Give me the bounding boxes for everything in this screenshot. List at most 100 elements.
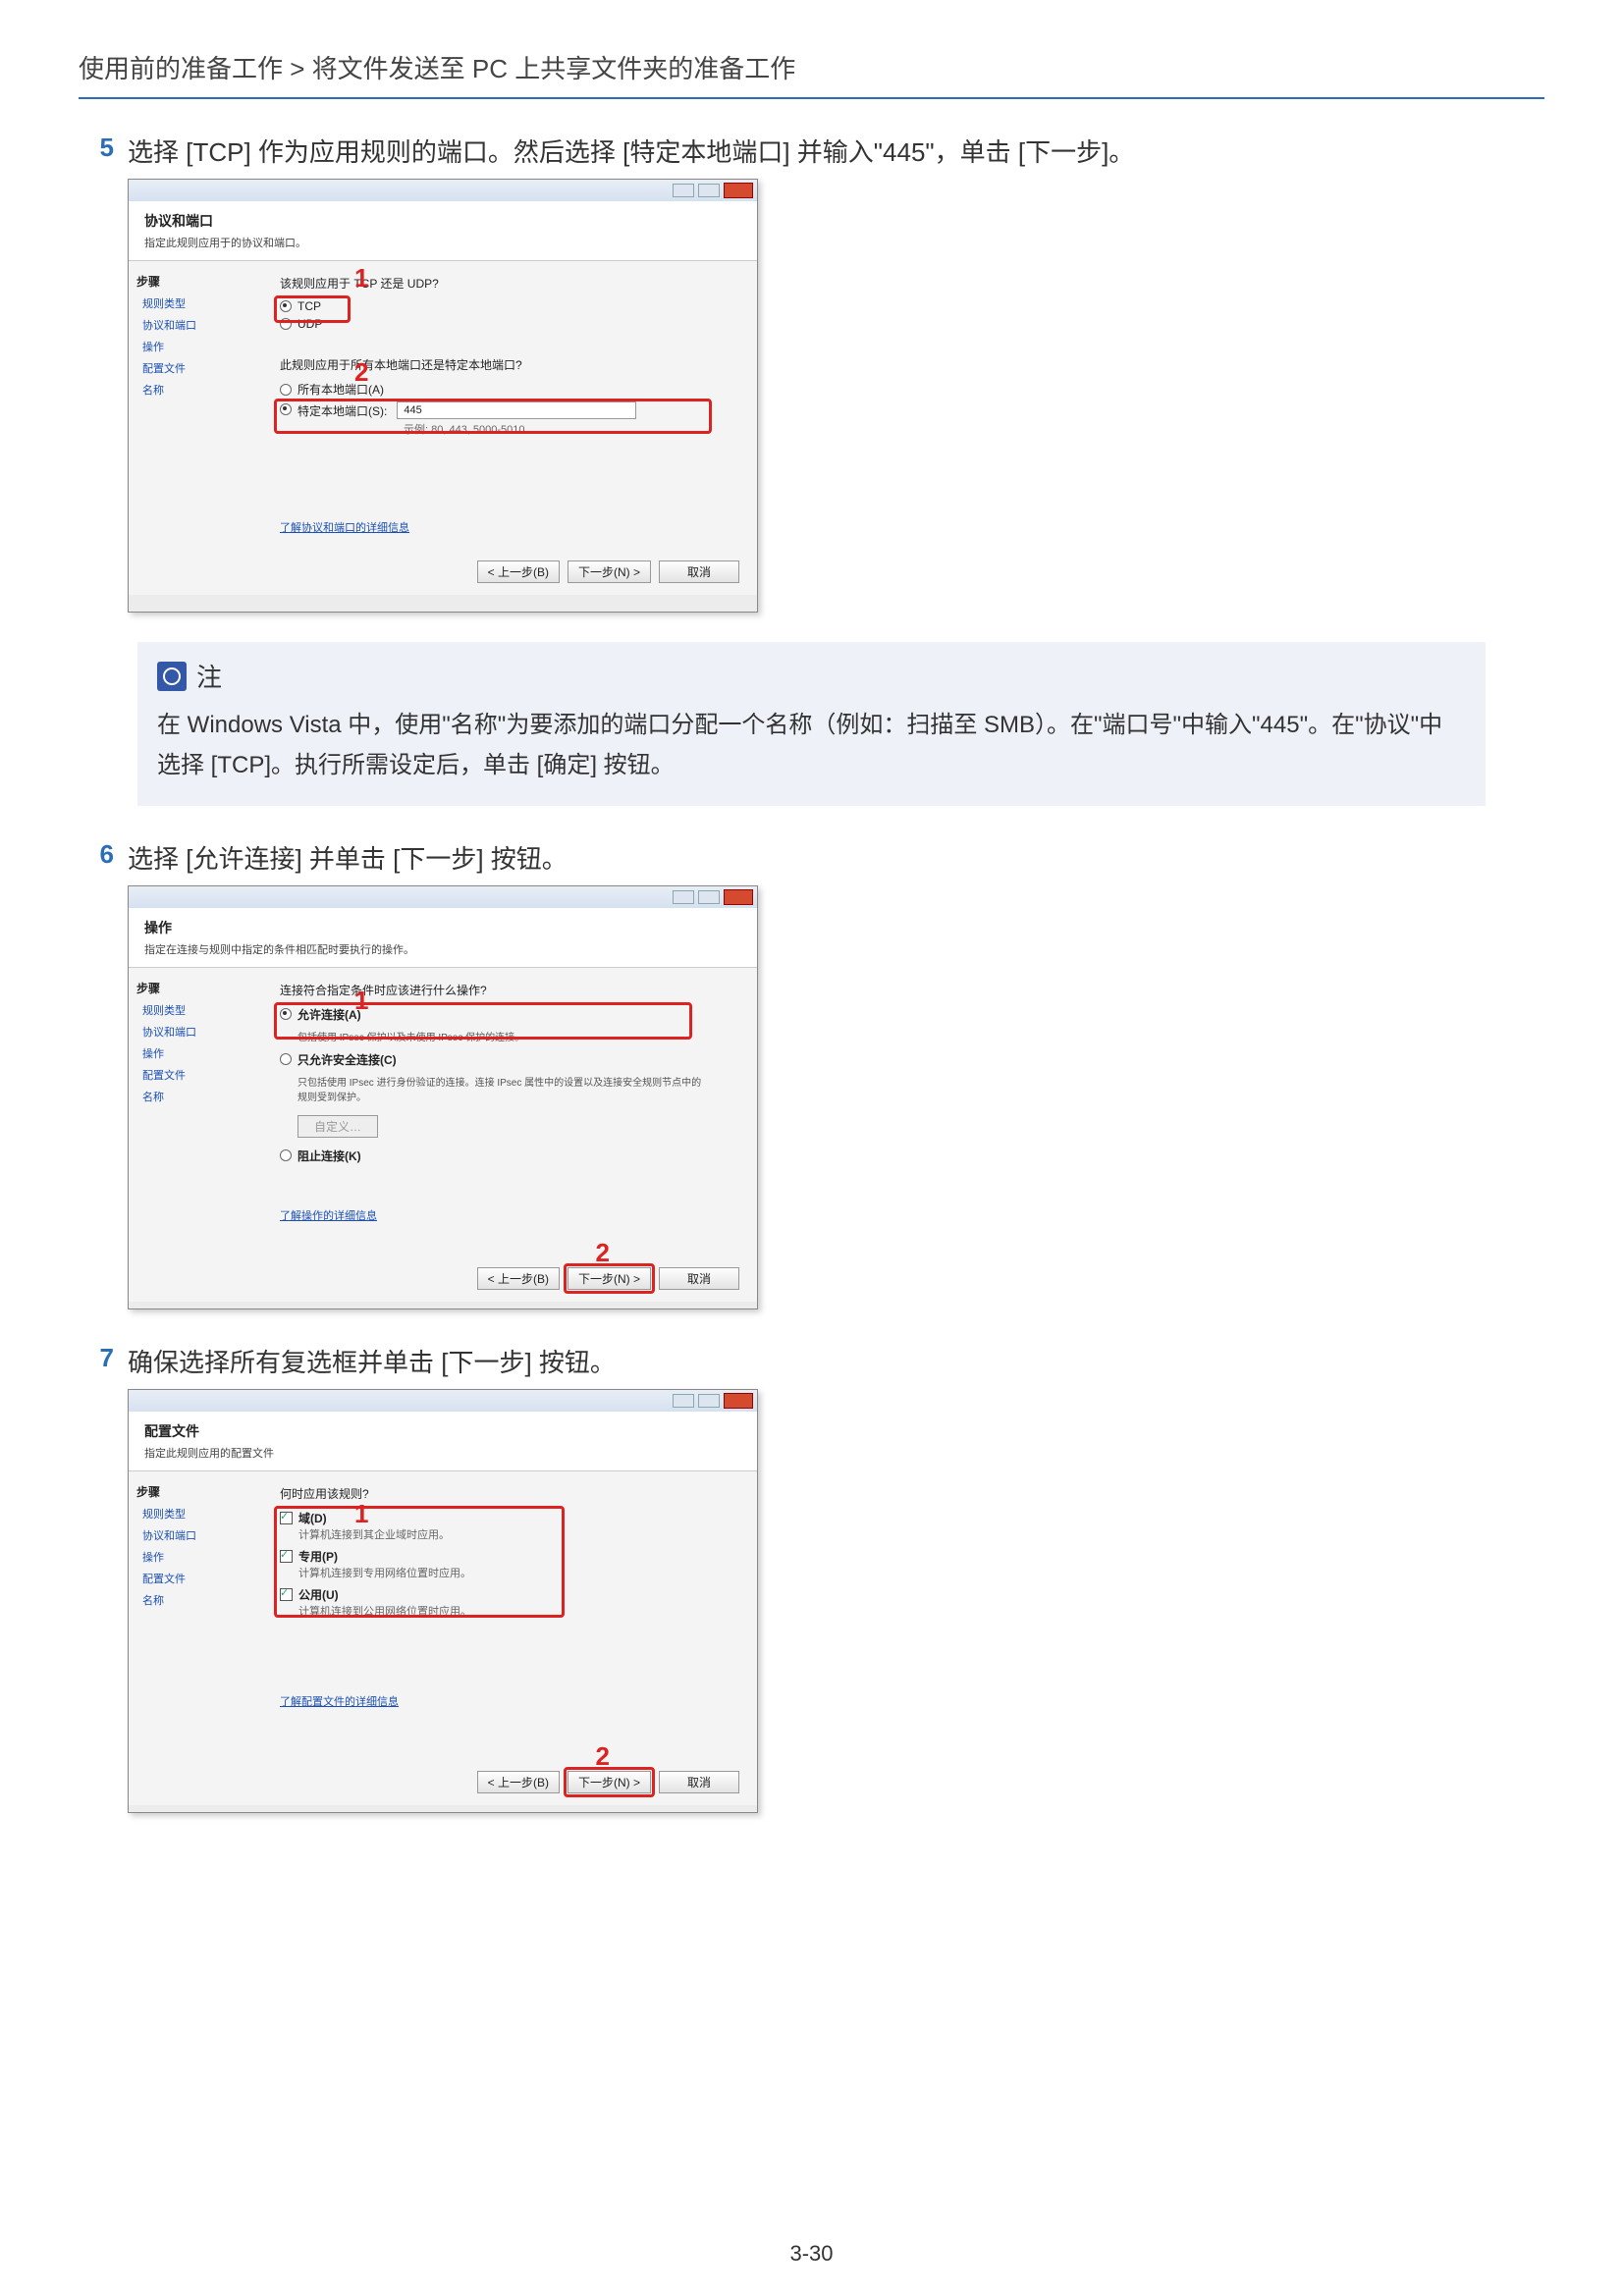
sidebar-item-action[interactable]: 操作 (142, 1045, 254, 1061)
checkbox-private-label: 专用(P) (298, 1548, 471, 1565)
sidebar-item-name[interactable]: 名称 (142, 382, 254, 398)
next-button[interactable]: 下一步(N) > (568, 1771, 651, 1793)
radio-dot-icon (280, 403, 292, 415)
close-icon[interactable] (724, 889, 753, 905)
page-number: 3-30 (0, 2241, 1623, 2267)
callout-2: 2 (596, 1238, 610, 1268)
checkbox-public-label: 公用(U) (298, 1586, 471, 1603)
step-number: 5 (79, 133, 128, 169)
note-box: 注 在 Windows Vista 中，使用"名称"为要添加的端口分配一个名称（… (137, 642, 1486, 806)
sidebar-item-name[interactable]: 名称 (142, 1089, 254, 1104)
radio-block[interactable]: 阻止连接(K) (280, 1148, 739, 1164)
dialog-title: 操作 (144, 918, 741, 937)
dialog-title: 协议和端口 (144, 211, 741, 231)
help-link[interactable]: 了解配置文件的详细信息 (280, 1693, 399, 1709)
sidebar-item-ruletype[interactable]: 规则类型 (142, 1002, 254, 1018)
checkbox-icon (280, 1550, 293, 1563)
sidebar-item-action[interactable]: 操作 (142, 339, 254, 354)
sidebar-item-ports[interactable]: 协议和端口 (142, 1024, 254, 1040)
note-icon (157, 662, 187, 691)
sidebar-item-ports[interactable]: 协议和端口 (142, 317, 254, 333)
radio-specific-label: 特定本地端口(S): (298, 402, 387, 419)
sidebar-item-profile[interactable]: 配置文件 (142, 1067, 254, 1083)
minimize-icon[interactable] (673, 1394, 694, 1408)
sidebar-item-action[interactable]: 操作 (142, 1549, 254, 1565)
radio-dot-icon (280, 300, 292, 312)
port-input[interactable]: 445 (397, 401, 636, 419)
screenshot-step6: 操作 指定在连接与规则中指定的条件相匹配时要执行的操作。 步骤 规则类型 协议和… (128, 885, 758, 1309)
radio-block-label: 阻止连接(K) (298, 1148, 361, 1164)
screenshot-step5: 协议和端口 指定此规则应用于的协议和端口。 步骤 规则类型 协议和端口 操作 配… (128, 179, 758, 613)
sidebar-item-ruletype[interactable]: 规则类型 (142, 295, 254, 311)
breadcrumb: 使用前的准备工作 > 将文件发送至 PC 上共享文件夹的准备工作 (79, 49, 1544, 99)
radio-allow-desc: 包括使用 IPsec 保护以及未使用 IPsec 保护的连接。 (298, 1029, 524, 1043)
dialog-subtitle: 指定在连接与规则中指定的条件相匹配时要执行的操作。 (144, 941, 741, 957)
cancel-button[interactable]: 取消 (659, 1771, 739, 1793)
maximize-icon[interactable] (698, 184, 720, 197)
sidebar-item-profile[interactable]: 配置文件 (142, 1571, 254, 1586)
radio-dot-icon (280, 1008, 292, 1020)
checkbox-public[interactable]: 公用(U) 计算机连接到公用网络位置时应用。 (280, 1586, 739, 1619)
radio-dot-icon (280, 318, 292, 330)
sidebar-item-ports[interactable]: 协议和端口 (142, 1527, 254, 1543)
radio-dot-icon (280, 1149, 292, 1161)
radio-specific-ports[interactable]: 特定本地端口(S): 445 示例: 80, 443, 5000-5010 (280, 401, 739, 437)
back-button[interactable]: < 上一步(B) (477, 561, 560, 583)
cancel-button[interactable]: 取消 (659, 1267, 739, 1290)
dialog-main: 该规则应用于 TCP 还是 UDP? TCP UDP 1 此规则应用于所有本地端… (262, 261, 757, 595)
sidebar-item-name[interactable]: 名称 (142, 1592, 254, 1608)
radio-udp[interactable]: UDP (280, 317, 739, 331)
wizard-sidebar: 步骤 规则类型 协议和端口 操作 配置文件 名称 (129, 968, 262, 1302)
wizard-sidebar: 步骤 规则类型 协议和端口 操作 配置文件 名称 (129, 261, 262, 595)
maximize-icon[interactable] (698, 890, 720, 904)
close-icon[interactable] (724, 183, 753, 198)
sidebar-item-profile[interactable]: 配置文件 (142, 360, 254, 376)
radio-dot-icon (280, 1053, 292, 1065)
checkbox-domain-desc: 计算机连接到其企业域时应用。 (298, 1526, 450, 1542)
radio-all-ports[interactable]: 所有本地端口(A) (280, 381, 739, 398)
question-action: 连接符合指定条件时应该进行什么操作? (280, 982, 739, 998)
question-ports: 此规则应用于所有本地端口还是特定本地端口? (280, 356, 739, 373)
next-button[interactable]: 下一步(N) > (568, 561, 651, 583)
dialog-header: 操作 指定在连接与规则中指定的条件相匹配时要执行的操作。 (129, 908, 757, 968)
checkbox-private[interactable]: 专用(P) 计算机连接到专用网络位置时应用。 (280, 1548, 739, 1580)
back-button[interactable]: < 上一步(B) (477, 1771, 560, 1793)
screenshot-step7: 配置文件 指定此规则应用的配置文件 步骤 规则类型 协议和端口 操作 配置文件 … (128, 1389, 758, 1813)
minimize-icon[interactable] (673, 184, 694, 197)
dialog-header: 配置文件 指定此规则应用的配置文件 (129, 1412, 757, 1471)
radio-tcp[interactable]: TCP (280, 299, 739, 313)
note-title: 注 (196, 658, 222, 694)
wizard-footer: < 上一步(B) 下一步(N) > 取消 (477, 561, 739, 583)
sidebar-item-ruletype[interactable]: 规则类型 (142, 1506, 254, 1522)
step-text: 确保选择所有复选框并单击 [下一步] 按钮。 (128, 1343, 1544, 1379)
sidebar-title: 步骤 (136, 1483, 254, 1500)
radio-tcp-label: TCP (298, 299, 321, 313)
question-profile: 何时应用该规则? (280, 1485, 739, 1502)
checkbox-icon (280, 1512, 293, 1524)
radio-allow[interactable]: 允许连接(A) 包括使用 IPsec 保护以及未使用 IPsec 保护的连接。 (280, 1006, 739, 1043)
callout-2: 2 (596, 1741, 610, 1772)
minimize-icon[interactable] (673, 890, 694, 904)
checkbox-domain-label: 域(D) (298, 1510, 450, 1526)
dialog-header: 协议和端口 指定此规则应用于的协议和端口。 (129, 201, 757, 261)
checkbox-domain[interactable]: 域(D) 计算机连接到其企业域时应用。 (280, 1510, 739, 1542)
next-button[interactable]: 下一步(N) > (568, 1267, 651, 1290)
window-titlebar (129, 1390, 757, 1412)
radio-secure[interactable]: 只允许安全连接(C) 只包括使用 IPsec 进行身份验证的连接。连接 IPse… (280, 1051, 739, 1138)
back-button[interactable]: < 上一步(B) (477, 1267, 560, 1290)
dialog-subtitle: 指定此规则应用于的协议和端口。 (144, 235, 741, 250)
callout-2: 2 (354, 357, 368, 388)
help-link[interactable]: 了解操作的详细信息 (280, 1207, 377, 1223)
help-link[interactable]: 了解协议和端口的详细信息 (280, 519, 409, 535)
step-text: 选择 [TCP] 作为应用规则的端口。然后选择 [特定本地端口] 并输入"445… (128, 133, 1544, 169)
step-6: 6 选择 [允许连接] 并单击 [下一步] 按钮。 (79, 839, 1544, 876)
maximize-icon[interactable] (698, 1394, 720, 1408)
dialog-main: 何时应用该规则? 域(D) 计算机连接到其企业域时应用。 专用(P) 计 (262, 1471, 757, 1805)
cancel-button[interactable]: 取消 (659, 561, 739, 583)
radio-secure-label: 只允许安全连接(C) (298, 1051, 397, 1068)
radio-dot-icon (280, 384, 292, 396)
callout-1: 1 (354, 263, 368, 294)
wizard-footer: < 上一步(B) 下一步(N) > 取消 (477, 1771, 739, 1793)
radio-all-ports-label: 所有本地端口(A) (298, 381, 384, 398)
close-icon[interactable] (724, 1393, 753, 1409)
